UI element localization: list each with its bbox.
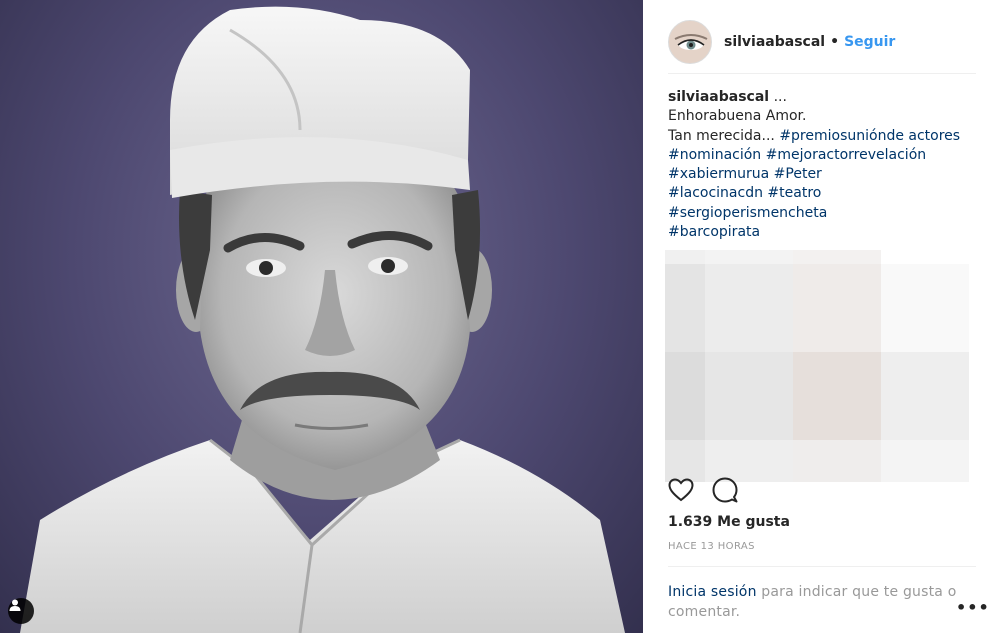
hashtag-link[interactable]: #teatro [767, 185, 821, 201]
hashtag-link[interactable]: #mejoractorrevelación [766, 147, 927, 163]
likes-count[interactable]: 1.639 Me gusta [668, 514, 790, 530]
hashtag-link[interactable]: #premiosuniónde actores [779, 128, 960, 144]
header-separator: • [830, 33, 840, 50]
hashtag-link[interactable]: #barcopirata [668, 224, 760, 240]
comment-button[interactable] [712, 477, 738, 507]
post-timestamp[interactable]: HACE 13 HORAS [668, 541, 755, 552]
post-header: silviaabascal • Seguir [668, 10, 976, 74]
hashtag-link[interactable]: #Peter [774, 166, 822, 182]
divider [668, 566, 976, 567]
login-prompt: Inicia sesión para indicar que te gusta … [668, 582, 958, 622]
post-actions [668, 477, 738, 507]
follow-button[interactable]: Seguir [844, 34, 895, 50]
hashtag-link[interactable]: #lacocinacdn [668, 185, 763, 201]
post-sidebar: silviaabascal • Seguir silviaabascal ...… [643, 0, 1000, 633]
pixelated-overlay [665, 250, 975, 482]
more-options-icon[interactable]: ••• [956, 598, 990, 617]
heart-icon [668, 478, 694, 502]
comment-icon [712, 477, 738, 503]
post-image[interactable] [0, 0, 643, 633]
caption-line: Enhorabuena Amor. [668, 108, 807, 125]
hashtag-link[interactable]: #nominación [668, 147, 761, 163]
caption-username-link[interactable]: silviaabascal [668, 89, 769, 105]
like-button[interactable] [668, 478, 694, 506]
caption-text: Tan merecida... [668, 127, 780, 144]
portrait-illustration [20, 6, 625, 633]
login-link[interactable]: Inicia sesión [668, 584, 757, 600]
caption-ellipsis: ... [773, 89, 787, 105]
post-caption: silviaabascal ... Enhorabuena Amor. Tan … [668, 88, 982, 242]
user-tag-button[interactable] [8, 598, 34, 624]
avatar[interactable] [668, 19, 712, 64]
username-link[interactable]: silviaabascal [724, 34, 825, 50]
avatar-image [669, 20, 711, 63]
hashtag-link[interactable]: #xabiermurua [668, 166, 769, 182]
user-tag-icon [9, 599, 21, 611]
hashtag-link[interactable]: #sergioperismencheta [668, 205, 827, 221]
